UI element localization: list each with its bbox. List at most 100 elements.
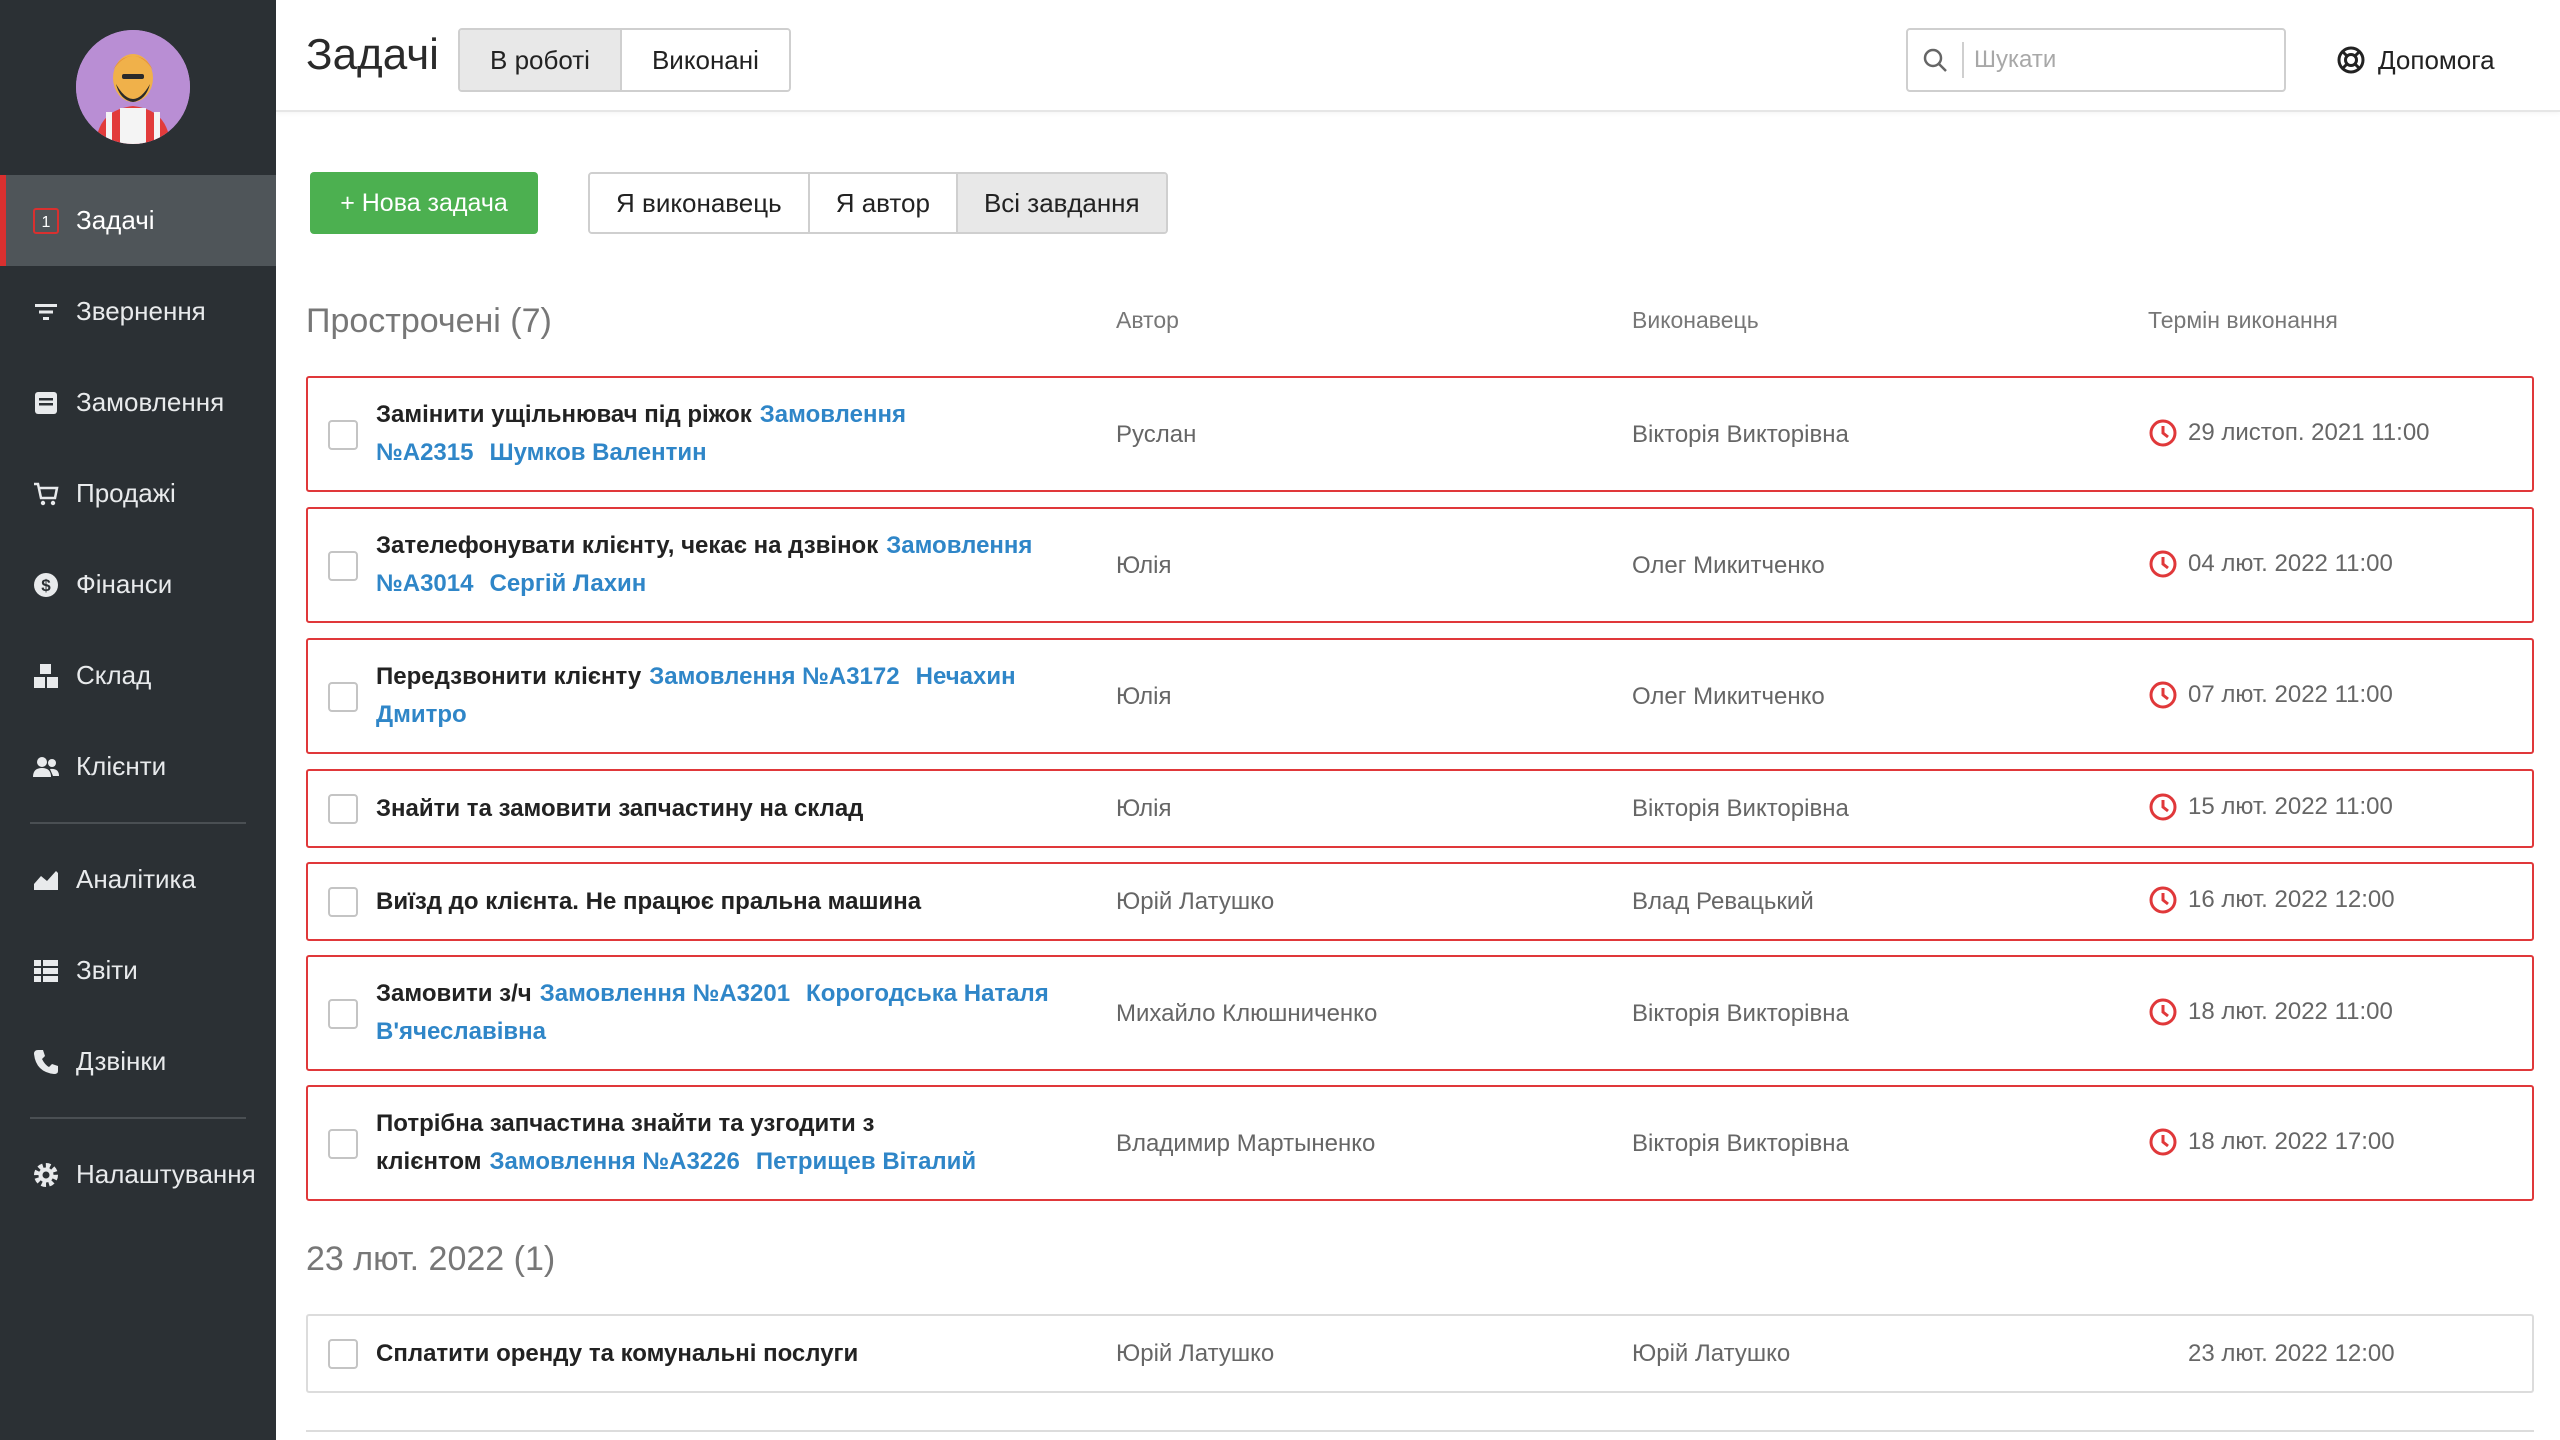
task-due-date: 15 лют. 2022 11:00 — [2188, 793, 2393, 820]
task-title: Знайти та замовити запчастину на склад — [376, 790, 1076, 828]
task-due-date: 18 лют. 2022 17:00 — [2188, 1128, 2395, 1155]
task-title-text[interactable]: Замінити ущільнювач під ріжок — [376, 401, 752, 428]
task-row[interactable]: Зателефонувати клієнту, чекає на дзвінок… — [306, 507, 2534, 623]
task-title-text[interactable]: Знайти та замовити запчастину на склад — [376, 795, 863, 822]
filter-i-am-assignee[interactable]: Я виконавець — [590, 174, 810, 232]
task-title: Сплатити оренду та комунальні послуги — [376, 1335, 1076, 1373]
section-title-date: 23 лют. 2022 (1) — [306, 1240, 556, 1278]
filter-all-tasks[interactable]: Всі завдання — [957, 174, 1166, 232]
task-title: Замінити ущільнювач під ріжок Замовлення … — [376, 396, 1076, 472]
task-row[interactable]: Виїзд до клієнта. Не працює пральна маши… — [306, 862, 2534, 941]
tab-completed[interactable]: Виконані — [621, 30, 789, 90]
task-checkbox[interactable] — [328, 420, 358, 450]
sidebar-item-requests[interactable]: Звернення — [0, 266, 276, 357]
order-link[interactable]: Замовлення №А3201 — [540, 980, 790, 1007]
client-link[interactable]: Петрищев Віталий — [756, 1148, 976, 1175]
table-icon — [30, 955, 62, 987]
task-title-text[interactable]: Виїзд до клієнта. Не працює пральна маши… — [376, 888, 921, 915]
task-checkbox[interactable] — [328, 1339, 358, 1369]
help-link[interactable]: Допомога — [2336, 28, 2495, 92]
task-row[interactable]: Потрібна запчастина знайти та узгодити з… — [306, 1085, 2534, 1201]
page-title: Задачі — [306, 30, 439, 79]
client-link[interactable]: Сергій Лахин — [489, 570, 646, 597]
task-due: 18 лют. 2022 17:00 — [2148, 1127, 2395, 1157]
sidebar-nav: 1 Задачі Звернення Замовлення Продажі $ — [0, 175, 276, 1220]
sidebar-item-label: Клієнти — [76, 751, 167, 781]
task-row[interactable]: Знайти та замовити запчастину на склад Ю… — [306, 769, 2534, 848]
column-header-due[interactable]: Термін виконання — [2148, 307, 2338, 334]
task-row[interactable]: Замовити з/ч Замовлення №А3201 Корогодська… — [306, 955, 2534, 1071]
task-due-date: 18 лют. 2022 11:00 — [2188, 998, 2393, 1025]
task-title-text[interactable]: Передзвонити клієнту — [376, 663, 641, 690]
order-link[interactable]: Замовлення №А3226 — [490, 1148, 740, 1175]
sidebar-item-label: Налаштування — [76, 1159, 256, 1189]
task-checkbox[interactable] — [328, 551, 358, 581]
sidebar-item-sales[interactable]: Продажі — [0, 448, 276, 539]
column-header-assignee: Виконавець — [1632, 307, 1759, 333]
task-author: Юрій Латушко — [1116, 1340, 1275, 1367]
filter-i-am-author[interactable]: Я автор — [809, 174, 958, 232]
task-checkbox[interactable] — [328, 794, 358, 824]
dollar-icon: $ — [30, 569, 62, 601]
sidebar-divider — [30, 1117, 246, 1119]
task-checkbox[interactable] — [328, 999, 358, 1029]
new-task-button[interactable]: + Нова задача — [310, 172, 538, 234]
task-due: 18 лют. 2022 11:00 — [2148, 997, 2393, 1027]
task-author: Юрій Латушко — [1116, 888, 1275, 915]
task-due: 04 лют. 2022 11:00 — [2148, 549, 2393, 579]
task-title: Виїзд до клієнта. Не працює пральна маши… — [376, 883, 1076, 921]
task-row[interactable]: Замінити ущільнювач під ріжок Замовлення … — [306, 376, 2534, 492]
task-checkbox[interactable] — [328, 682, 358, 712]
task-row[interactable]: Передзвонити клієнту Замовлення №А3172 Неч… — [306, 638, 2534, 754]
sidebar-item-orders[interactable]: Замовлення — [0, 357, 276, 448]
task-due: 23 лют. 2022 12:00 — [2188, 1340, 2395, 1368]
sidebar-item-label: Продажі — [76, 478, 176, 508]
task-due: 15 лют. 2022 11:00 — [2148, 792, 2393, 822]
task-assignee: Вікторія Викторівна — [1632, 1130, 1849, 1157]
task-author: Руслан — [1116, 421, 1197, 448]
avatar[interactable] — [76, 30, 190, 144]
task-checkbox[interactable] — [328, 1129, 358, 1159]
sidebar-item-label: Задачі — [76, 205, 155, 235]
section-title-overdue: Прострочені (7) — [306, 302, 552, 340]
clock-icon — [2148, 680, 2178, 710]
sidebar-item-tasks[interactable]: 1 Задачі — [0, 175, 276, 266]
search-input[interactable] — [1974, 46, 2254, 74]
task-title: Зателефонувати клієнту, чекає на дзвінок… — [376, 527, 1076, 603]
sidebar-item-warehouse[interactable]: Склад — [0, 630, 276, 721]
tasks-icon: 1 — [30, 205, 62, 237]
task-title-text[interactable]: Сплатити оренду та комунальні послуги — [376, 1340, 858, 1367]
sidebar-item-label: Замовлення — [76, 387, 225, 417]
task-assignee: Олег Микитченко — [1632, 683, 1825, 710]
sidebar-item-finance[interactable]: $ Фінанси — [0, 539, 276, 630]
sidebar-item-analytics[interactable]: Аналітика — [0, 834, 276, 925]
task-due: 07 лют. 2022 11:00 — [2148, 680, 2393, 710]
sidebar-item-clients[interactable]: Клієнти — [0, 721, 276, 812]
sidebar-item-calls[interactable]: Дзвінки — [0, 1016, 276, 1107]
task-assignee: Влад Ревацький — [1632, 888, 1814, 915]
sidebar-item-label: Звернення — [76, 296, 206, 326]
orders-icon — [30, 387, 62, 419]
task-due-date: 23 лют. 2022 12:00 — [2188, 1340, 2395, 1367]
cart-icon — [30, 478, 62, 510]
lifebuoy-icon — [2336, 45, 2366, 75]
task-row[interactable]: Сплатити оренду та комунальні послуги Юр… — [306, 1314, 2534, 1393]
sidebar-item-settings[interactable]: Налаштування — [0, 1129, 276, 1220]
task-assignee: Юрій Латушко — [1632, 1340, 1791, 1367]
top-header: Задачі В роботі Виконані Допомога — [276, 0, 2560, 112]
task-filter-group: Я виконавець Я автор Всі завдання — [588, 172, 1168, 234]
clock-icon — [2148, 1127, 2178, 1157]
tab-in-progress[interactable]: В роботі — [460, 30, 622, 90]
user-avatar-icon — [76, 30, 190, 144]
sidebar-item-reports[interactable]: Звіти — [0, 925, 276, 1016]
task-title-text[interactable]: Замовити з/ч — [376, 980, 532, 1007]
phone-icon — [30, 1046, 62, 1078]
order-link[interactable]: Замовлення №А3172 — [649, 663, 899, 690]
task-author: Юлія — [1116, 552, 1172, 579]
task-title: Потрібна запчастина знайти та узгодити з… — [376, 1105, 1076, 1181]
task-title-text[interactable]: Зателефонувати клієнту, чекає на дзвінок — [376, 532, 878, 559]
task-title: Замовити з/ч Замовлення №А3201 Корогодська… — [376, 975, 1076, 1051]
client-link[interactable]: Шумков Валентин — [489, 439, 706, 466]
task-checkbox[interactable] — [328, 887, 358, 917]
search-box — [1906, 28, 2286, 92]
